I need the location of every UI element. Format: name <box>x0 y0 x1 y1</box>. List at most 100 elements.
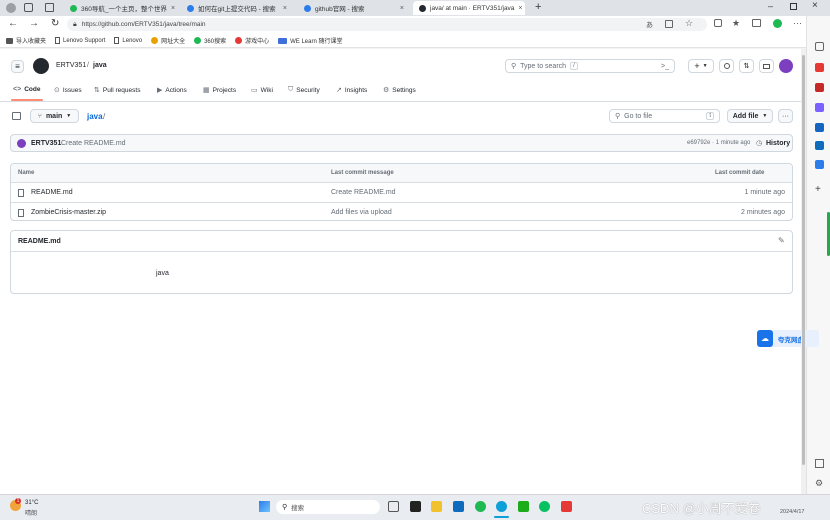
shopping-icon[interactable] <box>815 63 824 72</box>
bookmark-wangzhi[interactable]: 网址大全 <box>151 36 185 45</box>
app-taskbar-icon[interactable] <box>410 501 421 512</box>
command-palette-icon[interactable]: >_ <box>661 63 669 70</box>
sidebar-settings-gear-icon[interactable]: ⚙︎ <box>815 478 823 489</box>
tab-actions[interactable]: ▶ Actions <box>157 86 187 95</box>
page-scrollbar[interactable] <box>801 49 806 494</box>
more-options-icon[interactable]: ··· <box>793 18 802 28</box>
file-commit-message-link[interactable]: Create README.md <box>331 189 396 196</box>
browser-tab-3[interactable]: github官网 - 搜索 × <box>298 1 410 15</box>
windows-start-icon[interactable] <box>259 501 270 512</box>
maximize-icon[interactable] <box>790 3 797 10</box>
workspaces-icon[interactable] <box>24 3 33 12</box>
tab-wiki[interactable]: ▭ Wiki <box>251 86 273 95</box>
translate-icon[interactable]: あ <box>646 20 653 30</box>
more-actions-button[interactable]: ··· <box>778 109 793 123</box>
search-sidebar-icon[interactable] <box>815 42 824 51</box>
profile-icon[interactable] <box>6 3 16 13</box>
hide-sidebar-icon[interactable] <box>815 459 824 468</box>
edge-icon[interactable] <box>496 501 507 512</box>
task-view-icon[interactable] <box>388 501 399 512</box>
close-tab-icon[interactable]: × <box>400 5 404 12</box>
owner-link[interactable]: ERTV351 <box>56 62 86 69</box>
tab-issues[interactable]: ⊙ Issues <box>54 86 82 95</box>
file-name-link[interactable]: ZombieCrisis-master.zip <box>31 209 106 216</box>
browser-360-icon[interactable] <box>475 501 486 512</box>
outlook-icon[interactable] <box>815 141 824 150</box>
forward-arrow-icon[interactable]: → <box>29 18 39 29</box>
notifications-button[interactable] <box>759 59 774 73</box>
scrollbar-thumb[interactable] <box>802 55 805 465</box>
branch-icon: ⑂ <box>37 112 42 120</box>
pull-requests-button[interactable]: ⇅ <box>739 59 754 73</box>
file-name-link[interactable]: README.md <box>31 189 73 196</box>
minimize-icon[interactable]: – <box>768 1 773 11</box>
file-commit-message-link[interactable]: Add files via upload <box>331 209 392 216</box>
table-header: Name Last commit message Last commit dat… <box>11 164 792 182</box>
bookmark-360-search[interactable]: 360搜索 <box>194 36 226 45</box>
store-icon[interactable] <box>453 501 464 512</box>
browser-tab-1[interactable]: 360导航_一个主页，整个世界 × <box>64 1 176 15</box>
table-row[interactable]: ZombieCrisis-master.zip Add files via up… <box>11 202 792 222</box>
address-bar[interactable]: 🔒︎ https://github.com/ERTV351/java/tree/… <box>67 18 707 31</box>
tools-icon[interactable] <box>815 83 824 92</box>
split-screen-icon[interactable] <box>714 19 722 27</box>
create-new-button[interactable]: + ▼ <box>688 59 714 73</box>
favorites-icon[interactable]: ★ <box>732 18 740 29</box>
bookmark-welearn[interactable]: WE Learn 随行课堂 <box>278 36 342 45</box>
hamburger-menu-button[interactable]: ≡ <box>11 60 24 73</box>
add-sidebar-app-icon[interactable]: + <box>815 184 821 195</box>
refresh-icon[interactable]: ↻ <box>51 18 59 29</box>
search-input[interactable]: ⚲ Type to search / >_ <box>505 59 675 73</box>
user-avatar[interactable] <box>779 59 793 73</box>
close-tab-icon[interactable]: × <box>283 5 287 12</box>
tab-actions-icon[interactable] <box>45 3 54 12</box>
close-window-icon[interactable]: × <box>812 0 818 11</box>
bookmark-lenovo-support[interactable]: Lenovo Support <box>55 37 105 44</box>
browser-tab-2[interactable]: 如何在git上提交代码 - 搜索 × <box>181 1 293 15</box>
back-arrow-icon[interactable]: ← <box>8 18 18 29</box>
tab-projects[interactable]: ▦ Projects <box>203 86 236 95</box>
tab-security[interactable]: ⛉ Security <box>288 86 320 94</box>
new-tab-button[interactable]: + <box>535 1 541 13</box>
issues-button[interactable] <box>719 59 734 73</box>
microsoft-365-icon[interactable] <box>815 123 824 132</box>
quark-cloud-widget[interactable]: ☁︎ 夸克网盘 <box>757 330 819 347</box>
bookmark-import[interactable]: 导入收藏夹 <box>6 36 46 45</box>
collections-icon[interactable] <box>752 19 761 27</box>
add-file-button[interactable]: Add file ▼ <box>727 109 773 123</box>
history-link[interactable]: History <box>766 140 790 147</box>
browser-tab-active[interactable]: java/ at main · ERTV351/java × <box>413 1 525 15</box>
repo-link[interactable]: java <box>93 62 107 69</box>
taskbar-search-box[interactable]: ⚲ 搜索 <box>276 500 380 514</box>
table-row[interactable]: README.md Create README.md 1 minute ago <box>11 182 792 203</box>
favorite-star-icon[interactable]: ☆ <box>685 18 693 29</box>
close-tab-icon[interactable]: × <box>518 5 522 12</box>
tab-pull-requests[interactable]: ⇅ Pull requests <box>94 86 140 95</box>
commit-message-link[interactable]: Create README.md <box>61 140 126 147</box>
send-icon[interactable] <box>815 160 824 169</box>
edit-pencil-icon[interactable]: ✎ <box>778 236 785 245</box>
tab-settings[interactable]: ⚙︎ Settings <box>383 86 416 95</box>
expand-file-tree-icon[interactable] <box>12 112 21 120</box>
bookmark-game-center[interactable]: 游戏中心 <box>235 36 269 45</box>
commit-hash-time[interactable]: e69792e · 1 minute ago <box>687 140 750 146</box>
chat-app-icon[interactable] <box>539 501 550 512</box>
tab-insights[interactable]: ↗ Insights <box>336 86 367 95</box>
tab-code[interactable]: <> Code <box>13 86 40 93</box>
search-favicon-icon <box>304 4 311 12</box>
wps-icon[interactable] <box>561 501 572 512</box>
app-icon[interactable] <box>665 20 673 28</box>
go-to-file-input[interactable]: ⚲ Go to file t <box>609 109 720 123</box>
chevron-down-icon: ▼ <box>66 113 72 119</box>
file-explorer-icon[interactable] <box>431 501 442 512</box>
github-logo-icon[interactable] <box>33 58 49 74</box>
branch-selector-button[interactable]: ⑂ main ▼ <box>30 109 79 123</box>
bookmark-lenovo[interactable]: Lenovo <box>114 37 142 44</box>
breadcrumb-repo-link[interactable]: java <box>87 112 103 121</box>
extension-icon[interactable] <box>773 19 782 28</box>
commit-author-link[interactable]: ERTV351 <box>31 140 61 147</box>
games-icon[interactable] <box>815 103 824 112</box>
close-tab-icon[interactable]: × <box>171 5 175 12</box>
author-avatar[interactable] <box>17 139 26 148</box>
wechat-icon[interactable] <box>518 501 529 512</box>
